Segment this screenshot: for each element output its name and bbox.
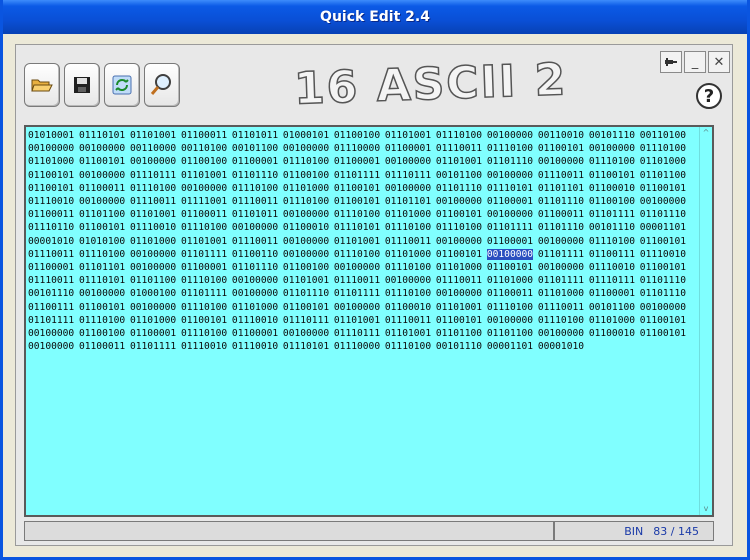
status-position: 83 / 145 [653, 524, 699, 538]
folder-open-icon [31, 79, 53, 92]
scroll-up-icon[interactable]: ^ [701, 128, 711, 138]
window-title: Quick Edit 2.4 [320, 9, 430, 25]
pin-icon [665, 58, 677, 66]
refresh-icon [112, 75, 132, 95]
close-icon: ✕ [713, 54, 725, 70]
magnifier-icon [150, 74, 171, 95]
vertical-scrollbar[interactable]: ^ v [699, 127, 712, 515]
window-controls: _ ✕ [660, 51, 730, 73]
close-button[interactable]: ✕ [708, 51, 730, 73]
scroll-down-icon[interactable]: v [701, 504, 711, 514]
client-area: 16 ASCII 2 _ ✕ ? 01010001 01110101 01101… [15, 44, 733, 546]
status-mode: BIN [624, 524, 644, 538]
status-message [24, 521, 554, 541]
status-info: BIN 83 / 145 [554, 521, 714, 541]
editor-text-after: 01101111 01100111 01110010 01100001 0110… [28, 248, 687, 353]
editor-selection: 00100000 [486, 248, 534, 260]
floppy-disk-icon [74, 77, 90, 93]
open-button[interactable] [24, 63, 60, 107]
app-logo: 16 ASCII 2 [292, 53, 569, 115]
help-button[interactable]: ? [696, 83, 722, 109]
text-editor[interactable]: 01010001 01110101 01101001 01100011 0110… [24, 125, 714, 517]
pin-button[interactable] [660, 51, 682, 73]
editor-text-before: 01010001 01110101 01101001 01100011 0110… [28, 130, 687, 260]
save-button[interactable] [64, 63, 100, 107]
app-window: Quick Edit 2.4 16 ASCII 2 _ ✕ ? 01010001… [0, 0, 750, 560]
minimize-icon: _ [691, 54, 699, 70]
find-button[interactable] [144, 63, 180, 107]
help-icon: ? [703, 85, 715, 107]
editor-content[interactable]: 01010001 01110101 01101001 01100011 0110… [28, 129, 700, 353]
status-bar: BIN 83 / 145 [24, 521, 714, 541]
convert-button[interactable] [104, 63, 140, 107]
minimize-button[interactable]: _ [684, 51, 706, 73]
toolbar [24, 63, 180, 107]
title-bar[interactable]: Quick Edit 2.4 [3, 0, 747, 34]
